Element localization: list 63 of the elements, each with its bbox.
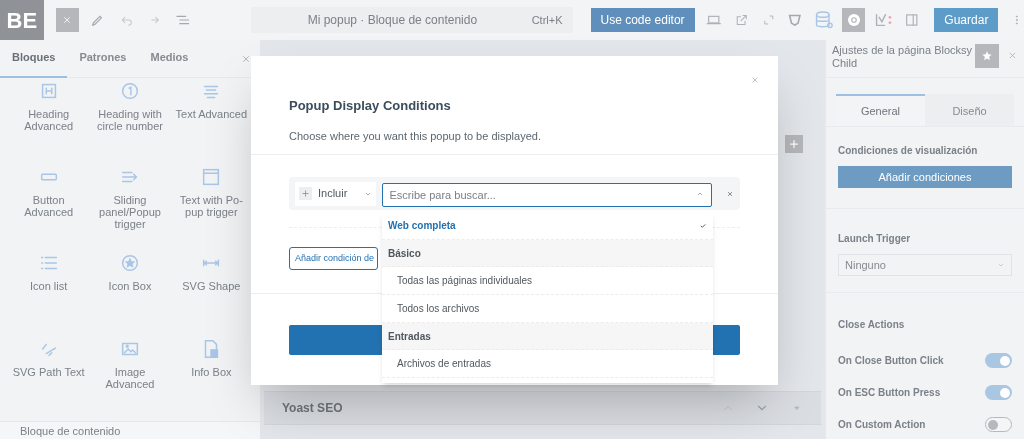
plugin-button[interactable] [842,8,866,32]
check-icon [699,221,707,230]
inserter-tab[interactable]: Bloques [0,39,68,78]
option-group-label: Básico [382,240,713,267]
option-group-label: Entradas [382,323,713,350]
external-link-icon[interactable] [734,12,750,28]
save-button[interactable]: Guardar [934,8,999,32]
block-label[interactable]: Text Advanced [171,108,252,120]
close-icon[interactable] [1007,50,1018,61]
block-label[interactable]: Heading with circle number [90,108,170,132]
code-editor-button[interactable]: Use code editor [590,8,695,32]
shield-icon[interactable] [787,12,803,28]
block-label[interactable]: SVG Path Text [8,366,89,378]
field-label: Launch Trigger [838,232,912,246]
toggle-switch[interactable] [985,353,1012,368]
modal-subtitle: Choose where you want this popup to be displayed. [289,128,542,144]
block-label[interactable]: Info Box [171,366,252,378]
launch-trigger-select[interactable]: Ninguno [838,254,1012,276]
close-button[interactable] [55,8,80,32]
numbered-circle-icon[interactable] [119,80,141,102]
plus-icon [301,189,310,198]
plus-icon [788,138,800,150]
block-label[interactable]: Icon Box [90,280,170,292]
remove-icon[interactable] [726,189,734,198]
star-circle-icon[interactable] [119,252,141,274]
breadcrumb[interactable]: Bloque de contenido [0,421,260,439]
settings-tab[interactable]: Diseño [925,94,1014,126]
select-value: Ninguno [845,257,887,273]
block-label[interactable]: Button Advanced [8,194,89,218]
inserter-tab[interactable]: Patrones [67,39,139,78]
toggle-label: On Close Button Click [838,354,945,368]
dropdown-option[interactable]: Todas las páginas individuales [382,267,713,295]
section-heading: Condiciones de visualización [838,144,979,158]
panel-title: Ajustes de la página Blocksy Child [832,44,974,70]
block-label[interactable]: Text with Po-pup trigger [171,194,252,218]
document-title: Mi popup · Bloque de contenido [306,12,479,29]
add-condition-button[interactable]: Añadir condición de [289,247,379,270]
site-logo[interactable]: BE [0,0,44,40]
add-block-button[interactable] [785,135,803,153]
dropdown-option[interactable]: Archivos de entradas [382,350,713,378]
toggle-switch[interactable] [985,417,1012,432]
chevron-down-icon [997,261,1005,269]
add-conditions-button[interactable]: Añadir condiciones [838,166,1012,188]
command-bar[interactable]: Mi popup · Bloque de contenido Ctrl+K [251,7,573,33]
inserter-tab[interactable]: Medios [138,39,201,78]
block-label[interactable]: Sliding panel/Popup trigger [90,194,170,230]
search-field[interactable]: Escribe para buscar... [382,182,713,207]
modal-title: Popup Display Conditions [289,97,452,115]
include-select[interactable]: Incluir [295,181,377,206]
star-button[interactable] [975,44,999,68]
toggle-switch[interactable] [985,385,1012,400]
block-label[interactable]: Heading Advanced [8,108,89,132]
block-label[interactable]: SVG Shape [171,280,252,292]
toggle-label: On Custom Action [838,418,927,432]
metabox-title: Yoast SEO [282,400,344,417]
toggle-label: On ESC Button Press [838,386,942,400]
close-icon[interactable] [750,75,760,85]
shortcut-hint: Ctrl+K [531,12,563,28]
block-label[interactable]: Image Advanced [90,366,170,390]
fullscreen-icon[interactable] [761,13,776,27]
block-label[interactable]: Icon list [8,280,89,292]
select-value: Incluir [318,186,349,202]
section-heading: Close Actions [838,318,906,332]
